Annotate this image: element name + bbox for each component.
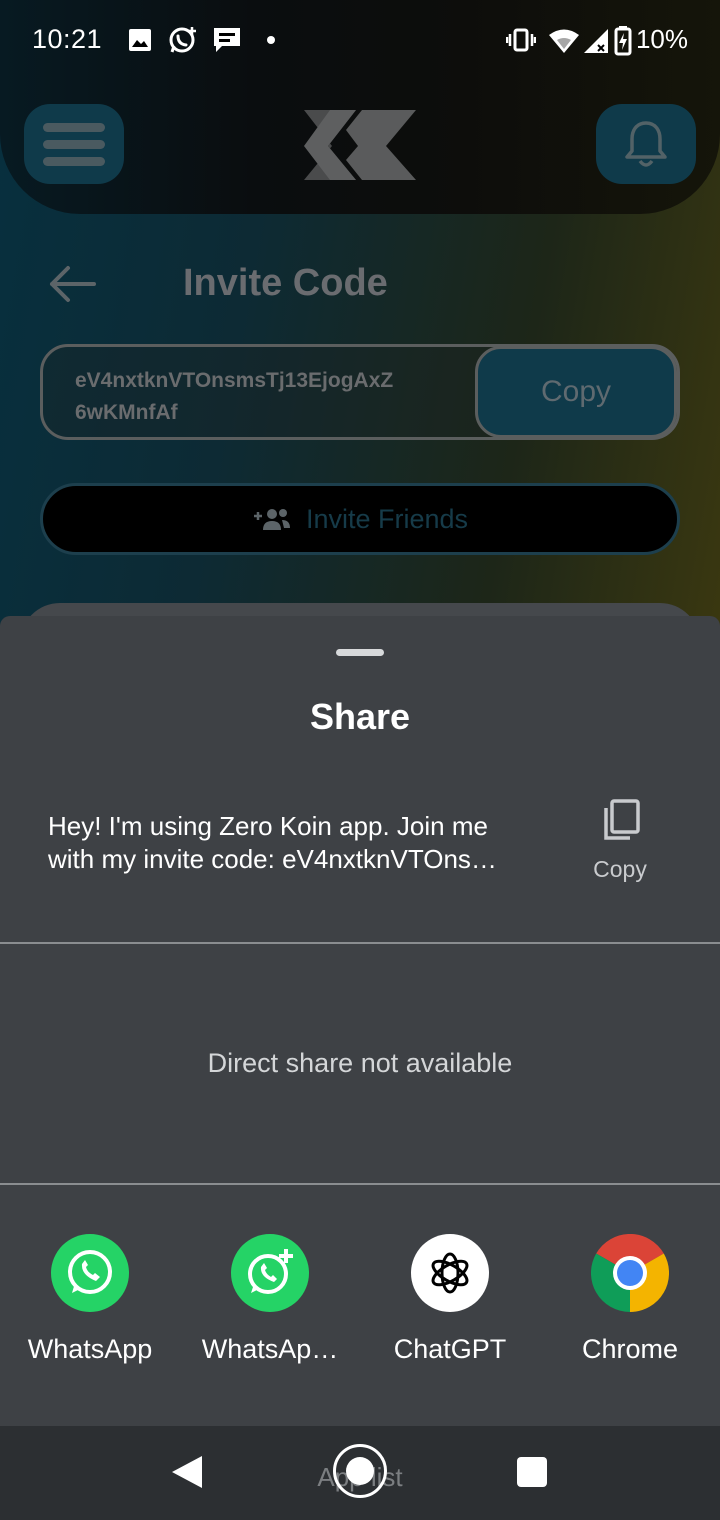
menu-button[interactable] bbox=[24, 104, 124, 184]
share-message-line-1: Hey! I'm using Zero Koin app. Join me bbox=[48, 811, 488, 841]
share-title: Share bbox=[309, 696, 411, 737]
whatsapp-icon bbox=[51, 1234, 129, 1312]
hamburger-menu-icon-bar bbox=[43, 122, 105, 132]
add-friends-icon bbox=[253, 509, 290, 530]
invite-friends-label: Invite Friends bbox=[305, 503, 469, 534]
invite-code-line-1: eV4nxtknVTOnsmsTj13EjogAxZ bbox=[75, 369, 394, 392]
status-time: 10:21 bbox=[32, 24, 103, 54]
hamburger-menu-icon-bar bbox=[43, 156, 105, 166]
whatsapp-notification-icon bbox=[169, 27, 196, 53]
copy-text-button[interactable]: Copy bbox=[580, 798, 660, 888]
copy-label: Copy bbox=[593, 856, 647, 882]
drag-handle[interactable] bbox=[336, 649, 384, 656]
wifi-icon bbox=[549, 29, 579, 53]
invite-code-text: eV4nxtknVTOnsmsTj13EjogAxZ 6wKMnfAf bbox=[75, 365, 475, 429]
battery-icon bbox=[614, 26, 632, 56]
share-target-chrome[interactable]: Chrome bbox=[545, 1234, 715, 1374]
nav-recents-button[interactable] bbox=[517, 1457, 547, 1487]
dot-icon bbox=[267, 36, 275, 44]
invite-code-box: eV4nxtknVTOnsmsTj13EjogAxZ 6wKMnfAf Copy bbox=[40, 344, 680, 440]
home-icon bbox=[346, 1457, 374, 1485]
signal-icon bbox=[584, 29, 608, 53]
battery-percentage: 10% bbox=[635, 24, 688, 54]
chatgpt-icon bbox=[411, 1234, 489, 1312]
navigation-bar: App list bbox=[0, 1426, 720, 1520]
share-target-whatsapp[interactable]: WhatsApp bbox=[5, 1234, 175, 1374]
invite-friends-button[interactable]: Invite Friends bbox=[40, 483, 680, 555]
copy-code-button[interactable]: Copy bbox=[475, 346, 677, 438]
share-message-line-2: with my invite code: eV4nxtknVTOns… bbox=[48, 844, 497, 874]
zk-logo-icon bbox=[304, 110, 416, 180]
app-label: ChatGPT bbox=[393, 1334, 507, 1364]
whatsapp-business-icon bbox=[231, 1234, 309, 1312]
image-icon bbox=[129, 29, 151, 51]
hamburger-menu-icon-bar bbox=[43, 139, 105, 149]
page-title: Invite Code bbox=[183, 262, 388, 304]
divider bbox=[0, 1183, 720, 1185]
share-sheet: Share Hey! I'm using Zero Koin app. Join… bbox=[0, 616, 720, 1426]
vibrate-icon bbox=[506, 28, 536, 52]
copy-icon bbox=[604, 799, 640, 840]
bell-icon bbox=[625, 121, 667, 167]
back-arrow-icon[interactable] bbox=[44, 262, 100, 306]
app-label: WhatsAp… bbox=[201, 1334, 339, 1364]
status-bar: 10:21 10% bbox=[0, 0, 720, 80]
share-target-chatgpt[interactable]: ChatGPT bbox=[365, 1234, 535, 1374]
divider bbox=[0, 942, 720, 944]
share-target-whatsapp-business[interactable]: WhatsAp… bbox=[185, 1234, 355, 1374]
share-message-preview: Hey! I'm using Zero Koin app. Join me wi… bbox=[48, 810, 548, 876]
chrome-icon bbox=[591, 1234, 669, 1312]
nav-back-icon[interactable] bbox=[170, 1454, 204, 1490]
app-label: WhatsApp bbox=[27, 1334, 153, 1364]
invite-code-line-2: 6wKMnfAf bbox=[75, 401, 178, 424]
notifications-button[interactable] bbox=[596, 104, 696, 184]
direct-share-message: Direct share not available bbox=[207, 1048, 513, 1078]
message-icon bbox=[214, 28, 240, 52]
screen: 10:21 10% Invite Code eV4nxtknVTOnsmsTj1… bbox=[0, 0, 720, 1520]
app-label: Chrome bbox=[581, 1334, 679, 1364]
nav-home-button[interactable] bbox=[333, 1444, 387, 1498]
